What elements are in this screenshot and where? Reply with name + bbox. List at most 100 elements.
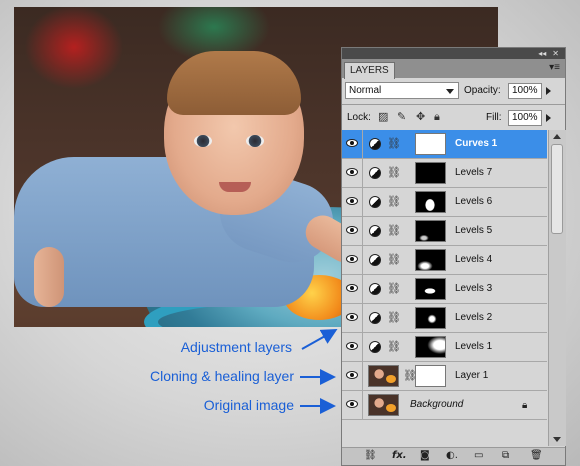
- annotation-adjustment-layers: Adjustment layers: [180, 339, 292, 355]
- visibility-cell: [342, 130, 363, 158]
- blend-mode-value: Normal: [349, 85, 382, 96]
- layer-name: Levels 6: [455, 196, 493, 207]
- layer-row-levels-1[interactable]: ⛓ Levels 1: [342, 333, 547, 362]
- opacity-slider-arrow-icon[interactable]: [546, 87, 551, 95]
- tab-layers[interactable]: LAYERS: [344, 62, 395, 79]
- visibility-cell: [342, 275, 363, 303]
- layer-mask-thumbnail[interactable]: [415, 191, 446, 213]
- layer-row-levels-7[interactable]: ⛓ Levels 7: [342, 159, 547, 188]
- layer-thumbnail[interactable]: [368, 394, 399, 416]
- visibility-cell: [342, 188, 363, 216]
- layer-row-levels-6[interactable]: ⛓ Levels 6: [342, 188, 547, 217]
- baby-hair: [167, 51, 301, 115]
- layers-scrollbar[interactable]: [548, 130, 566, 446]
- fill-field[interactable]: 100%: [508, 110, 542, 126]
- trash-icon[interactable]: 🗑︎: [530, 450, 543, 462]
- layer-name: Curves 1: [455, 138, 498, 149]
- chevron-down-icon: [446, 89, 454, 94]
- baby-eye-left: [194, 135, 212, 147]
- link-icon[interactable]: ⛓: [387, 167, 401, 179]
- collapse-icon[interactable]: ◂◂: [538, 49, 546, 58]
- link-icon[interactable]: ⛓: [387, 225, 401, 237]
- lock-label: Lock:: [347, 112, 371, 123]
- scrollbar-thumb[interactable]: [551, 144, 563, 234]
- link-layers-icon[interactable]: ⛓: [364, 450, 377, 462]
- layer-mask-thumbnail[interactable]: [415, 249, 446, 271]
- arrow-adjustment: [301, 329, 338, 350]
- layer-name: Levels 3: [455, 283, 493, 294]
- link-icon[interactable]: ⛓: [387, 254, 401, 266]
- layer-row-levels-4[interactable]: ⛓ Levels 4: [342, 246, 547, 275]
- layer-row-background[interactable]: Background 🔒︎: [342, 391, 547, 420]
- layer-mask-thumbnail[interactable]: [415, 336, 446, 358]
- link-icon[interactable]: ⛓: [387, 283, 401, 295]
- blend-mode-select[interactable]: Normal: [345, 82, 459, 99]
- scroll-up-icon[interactable]: [553, 134, 561, 139]
- visibility-cell: [342, 217, 363, 245]
- eye-icon[interactable]: [346, 313, 358, 321]
- layer-row-levels-3[interactable]: ⛓ Levels 3: [342, 275, 547, 304]
- close-icon[interactable]: ✕: [552, 49, 559, 58]
- layer-row-levels-2[interactable]: ⛓ Levels 2: [342, 304, 547, 333]
- lock-image-icon[interactable]: ✎: [397, 110, 406, 124]
- opacity-label: Opacity:: [464, 85, 501, 96]
- layer-row-layer-1[interactable]: ⛓ Layer 1: [342, 362, 547, 391]
- layer-mask-thumbnail[interactable]: [415, 307, 446, 329]
- layer-mask-thumbnail[interactable]: [415, 365, 446, 387]
- adjustment-icon: [369, 283, 381, 295]
- eye-icon[interactable]: [346, 342, 358, 350]
- new-layer-icon[interactable]: ⧉: [502, 450, 509, 462]
- adjustment-icon: [369, 167, 381, 179]
- layer-thumbnail[interactable]: [368, 365, 399, 387]
- visibility-cell: [342, 333, 363, 361]
- eye-icon[interactable]: [346, 371, 358, 379]
- layer-name: Layer 1: [455, 370, 489, 381]
- eye-icon[interactable]: [346, 168, 358, 176]
- annotation-cloning-layer: Cloning & healing layer: [150, 368, 294, 384]
- layer-row-curves-1[interactable]: ⛓ Curves 1: [342, 130, 547, 159]
- layer-mask-thumbnail[interactable]: [415, 162, 446, 184]
- eye-icon[interactable]: [346, 139, 358, 147]
- layer-mask-thumbnail[interactable]: [415, 220, 446, 242]
- layer-name: Background: [410, 399, 464, 410]
- link-icon[interactable]: ⛓: [387, 341, 401, 353]
- fx-icon[interactable]: fx.: [392, 450, 407, 462]
- panel-title-bar[interactable]: ◂◂ ✕: [342, 48, 565, 59]
- baby-eye-right: [246, 135, 264, 147]
- add-mask-icon[interactable]: ◙: [420, 450, 430, 462]
- panel-tab-bar: LAYERS ▾≡: [342, 59, 565, 79]
- link-icon[interactable]: ⛓: [387, 312, 401, 324]
- layer-row-levels-5[interactable]: ⛓ Levels 5: [342, 217, 547, 246]
- lock-transparency-icon[interactable]: ▨: [378, 110, 388, 124]
- layers-list: ⛓ Curves 1 ⛓ Levels 7 ⛓ Levels 6 ⛓ Level…: [342, 130, 547, 420]
- eye-icon[interactable]: [346, 284, 358, 292]
- layer-name: Levels 7: [455, 167, 493, 178]
- new-group-icon[interactable]: ▭: [474, 450, 483, 462]
- layer-mask-thumbnail[interactable]: [415, 133, 446, 155]
- lock-all-icon[interactable]: 🔒︎: [434, 110, 440, 124]
- fill-slider-arrow-icon[interactable]: [546, 114, 551, 122]
- layer-name: Levels 1: [455, 341, 493, 352]
- eye-icon[interactable]: [346, 197, 358, 205]
- eye-icon[interactable]: [346, 400, 358, 408]
- eye-icon[interactable]: [346, 255, 358, 263]
- annotation-original-image: Original image: [203, 397, 294, 413]
- fill-label: Fill:: [486, 112, 502, 123]
- new-adjustment-icon[interactable]: ◐.: [446, 450, 458, 462]
- baby-arm-left: [34, 247, 64, 307]
- adjustment-icon: [369, 138, 381, 150]
- panel-menu-icon[interactable]: ▾≡: [549, 63, 560, 73]
- scroll-down-icon[interactable]: [553, 437, 561, 442]
- eye-icon[interactable]: [346, 226, 358, 234]
- layers-panel: ◂◂ ✕ LAYERS ▾≡ Normal Opacity: 100% Lock…: [341, 47, 566, 466]
- lock-fill-row: Lock: ▨ ✎ ✥ 🔒︎ Fill: 100%: [342, 105, 565, 131]
- lock-position-icon[interactable]: ✥: [416, 110, 425, 124]
- link-icon[interactable]: ⛓: [387, 196, 401, 208]
- link-icon[interactable]: ⛓: [387, 138, 401, 150]
- adjustment-icon: [369, 196, 381, 208]
- layer-mask-thumbnail[interactable]: [415, 278, 446, 300]
- blend-opacity-row: Normal Opacity: 100%: [342, 78, 565, 104]
- visibility-cell: [342, 362, 363, 390]
- lock-icon: 🔒︎: [522, 400, 528, 411]
- opacity-field[interactable]: 100%: [508, 83, 542, 99]
